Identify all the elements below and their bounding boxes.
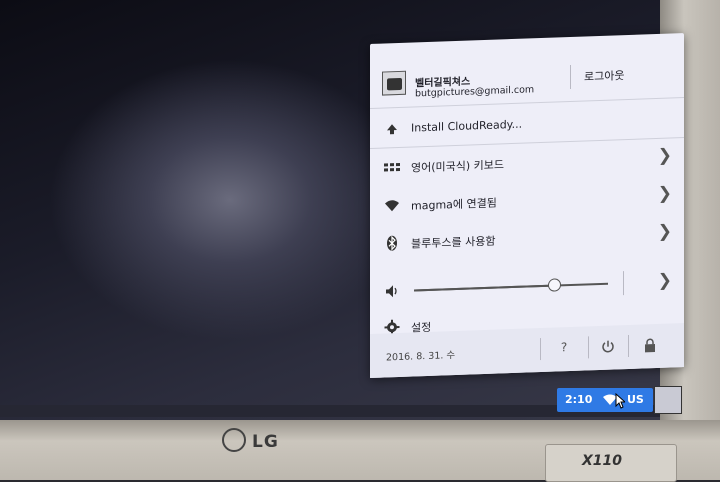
network-label: magma에 연결됨: [411, 196, 497, 213]
divider: [628, 334, 629, 357]
divider: [540, 338, 541, 361]
lg-logo-icon: [222, 428, 246, 452]
power-icon[interactable]: [600, 338, 616, 355]
install-cloudready-label: Install CloudReady...: [411, 117, 523, 135]
status-tray-button[interactable]: 2:10 US: [557, 388, 653, 412]
keyboard-icon: [384, 162, 400, 172]
divider: [588, 336, 589, 359]
mouse-cursor-icon: [615, 393, 625, 409]
divider: [623, 271, 624, 296]
bluetooth-label: 블루투스를 사용함: [411, 234, 496, 251]
system-tray-panel: 벨터길픽쳐스 butgpictures@gmail.com 로그아웃 Insta…: [370, 33, 684, 378]
lock-icon[interactable]: [642, 337, 658, 354]
bluetooth-icon: [387, 235, 397, 251]
volume-slider-handle[interactable]: [547, 278, 561, 292]
input-method-label: US: [627, 393, 644, 406]
chevron-right-icon: ❯: [657, 183, 672, 204]
logout-button[interactable]: 로그아웃: [584, 67, 624, 84]
divider: [570, 64, 571, 90]
brand-logo-text: LG: [252, 432, 279, 452]
user-avatar: [382, 70, 406, 96]
shelf-user-avatar[interactable]: [654, 386, 682, 414]
volume-slider[interactable]: [414, 278, 608, 292]
chevron-right-icon[interactable]: ❯: [658, 270, 672, 290]
chevron-right-icon: ❯: [657, 145, 672, 166]
wifi-icon: [385, 200, 399, 212]
speaker-icon[interactable]: [384, 283, 400, 300]
help-button[interactable]: ?: [556, 340, 572, 357]
clock-time: 2:10: [565, 393, 593, 406]
upload-arrow-icon: [387, 124, 397, 135]
date-label[interactable]: 2016. 8. 31. 수: [386, 347, 455, 363]
model-plate: X110: [545, 444, 677, 482]
chevron-right-icon: ❯: [657, 221, 672, 242]
keyboard-layout-label: 영어(미국식) 키보드: [411, 158, 505, 175]
model-label: X110: [582, 453, 623, 469]
volume-slider-fill: [414, 284, 554, 292]
user-card: 벨터길픽쳐스 butgpictures@gmail.com 로그아웃: [370, 43, 684, 104]
